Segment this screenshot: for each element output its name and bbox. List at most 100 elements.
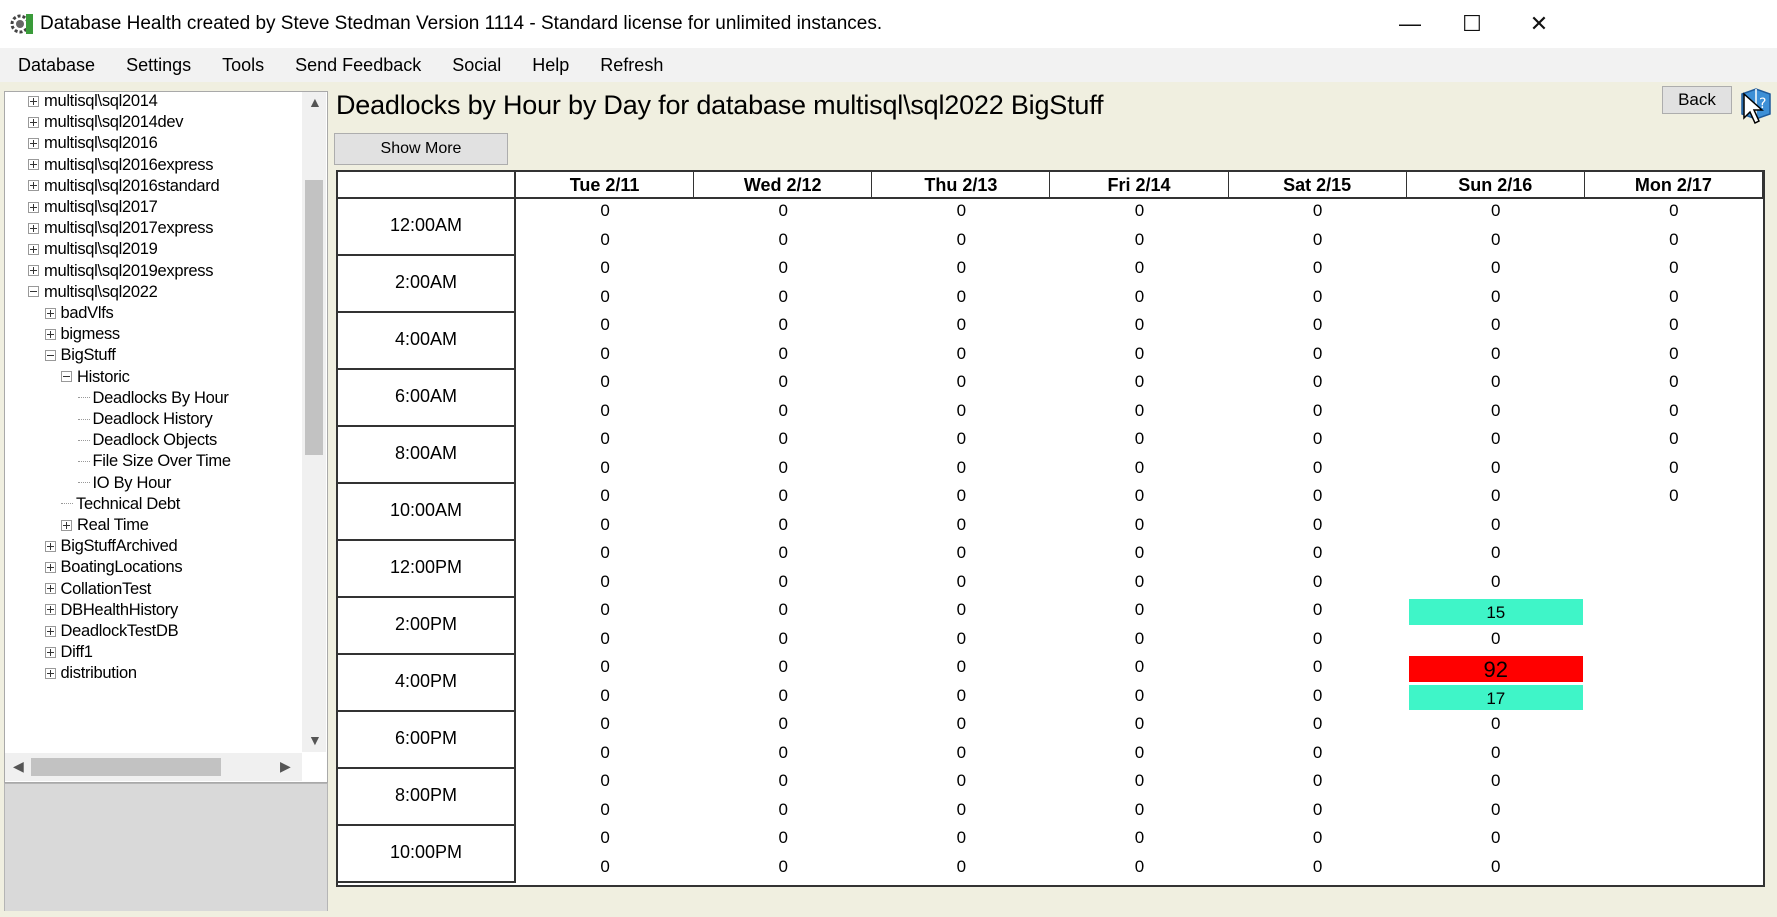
expand-icon[interactable] [28, 116, 39, 128]
day-column-header: Fri 2/14 [1050, 172, 1229, 199]
hour-row-label: 8:00PM [338, 769, 516, 826]
deadlock-count-cell: 0 [1669, 372, 1679, 391]
expand-icon[interactable] [28, 265, 39, 277]
expand-icon[interactable] [44, 561, 56, 573]
deadlock-count-cell: 0 [956, 372, 967, 391]
deadlock-count-cell: 0 [778, 799, 788, 819]
app-gear-icon [10, 14, 33, 34]
expand-icon[interactable] [28, 137, 39, 149]
deadlock-count-cell: 0 [600, 258, 610, 277]
expand-icon[interactable] [28, 201, 39, 213]
deadlock-count-cell: 0 [1669, 286, 1679, 306]
deadlock-count-cell: 0 [956, 229, 967, 249]
menu-social[interactable]: Social [434, 55, 514, 76]
deadlock-count-cell: 0 [778, 742, 788, 762]
expand-icon[interactable] [44, 667, 56, 679]
deadlock-count-cell: 0 [1312, 742, 1323, 762]
expand-icon[interactable] [44, 583, 56, 595]
tree-horizontal-scrollbar[interactable]: ◀ ▶ [5, 753, 302, 781]
tree-vertical-scroll-thumb[interactable] [305, 180, 323, 455]
deadlock-count-cell: 0 [1312, 657, 1323, 676]
deadlock-count-cell: 0 [1312, 828, 1323, 847]
collapse-icon[interactable] [61, 371, 72, 383]
expand-icon[interactable] [44, 307, 56, 319]
deadlock-count-cell: 0 [600, 400, 610, 420]
deadlock-count-cell: 0 [1312, 543, 1323, 562]
menu-help[interactable]: Help [514, 55, 582, 76]
hour-row-label: 12:00AM [338, 199, 516, 256]
deadlock-count-cell: 0 [1491, 400, 1501, 420]
deadlock-count-cell: 0 [1312, 486, 1323, 505]
tree-node-label: distribution [60, 664, 138, 683]
scroll-left-icon[interactable]: ◀ [13, 758, 24, 775]
collapse-icon[interactable] [44, 349, 56, 361]
hour-row-label: 12:00PM [338, 541, 516, 598]
close-button[interactable]: ✕ [1504, 0, 1574, 48]
scroll-down-icon[interactable]: ▼ [308, 732, 322, 748]
close-icon: ✕ [1529, 11, 1549, 36]
deadlock-count-cell: 0 [1134, 486, 1145, 505]
expand-icon[interactable] [61, 519, 72, 531]
expand-icon[interactable] [28, 222, 39, 234]
menu-refresh[interactable]: Refresh [582, 55, 676, 76]
day-column-header: Thu 2/13 [872, 172, 1051, 199]
deadlock-count-cell: 0 [1134, 685, 1145, 705]
scroll-up-icon[interactable]: ▲ [308, 94, 322, 110]
tree-node[interactable]: distribution [44, 661, 138, 685]
deadlock-count-cell: 0 [1312, 229, 1323, 249]
deadlock-count-cell: 0 [1491, 714, 1501, 733]
deadlock-count-cell: 0 [1491, 628, 1501, 648]
menu-send-feedback[interactable]: Send Feedback [277, 55, 434, 76]
menu-tools[interactable]: Tools [204, 55, 277, 76]
deadlock-count-cell: 0 [1134, 315, 1145, 334]
deadlock-count-cell: 0 [600, 714, 610, 733]
deadlock-count-cell: 0 [1134, 372, 1145, 391]
deadlock-count-cell: 0 [956, 343, 967, 363]
tree-horizontal-scroll-thumb[interactable] [31, 758, 221, 776]
scroll-right-icon[interactable]: ▶ [280, 758, 291, 775]
menu-settings[interactable]: Settings [108, 55, 204, 76]
expand-icon[interactable] [28, 180, 39, 192]
expand-icon[interactable] [44, 540, 56, 552]
deadlock-count-cell: 0 [956, 457, 967, 477]
minimize-button[interactable]: — [1375, 0, 1445, 48]
deadlock-grid: Tue 2/11 Wed 2/12 Thu 2/13 Fri 2/14 Sat 2/15… [336, 170, 1765, 887]
deadlock-count-cell: 0 [956, 429, 967, 448]
tree-vertical-scrollbar[interactable]: ▲ ▼ [302, 92, 326, 752]
deadlock-count-cell: 0 [778, 543, 788, 562]
deadlock-count-cell: 0 [600, 229, 610, 249]
hour-row-label: 10:00AM [338, 484, 516, 541]
deadlock-count-cell: 0 [778, 571, 788, 591]
show-more-button[interactable]: Show More [334, 133, 508, 165]
expand-icon[interactable] [28, 243, 39, 255]
expand-icon[interactable] [44, 625, 56, 637]
status-bar [0, 911, 1777, 917]
server-tree-panel: multisql\sql2014 multisql\sql2014dev multi… [4, 91, 328, 783]
expand-icon[interactable] [28, 95, 39, 107]
deadlock-count-cell: 0 [600, 685, 610, 705]
tree-leaf-connector [77, 482, 90, 484]
deadlock-count-cell: 0 [1134, 343, 1145, 363]
deadlock-count-cell: 0 [1312, 628, 1323, 648]
deadlock-count-cell: 0 [1491, 486, 1501, 505]
menu-database[interactable]: Database [0, 55, 108, 76]
deadlock-count-cell: 0 [956, 771, 967, 790]
expand-icon[interactable] [44, 604, 56, 616]
deadlock-count-cell: 92 [1408, 656, 1583, 682]
maximize-button[interactable]: ☐ [1437, 0, 1507, 48]
deadlock-count-cell: 0 [1134, 828, 1145, 847]
expand-icon[interactable] [44, 328, 56, 340]
tree-leaf-connector [77, 460, 90, 462]
deadlock-count-cell: 0 [1134, 400, 1145, 420]
expand-icon[interactable] [44, 646, 56, 658]
deadlock-count-cell: 0 [778, 201, 788, 220]
deadlock-count-cell: 0 [1669, 400, 1679, 420]
deadlock-count-cell: 0 [1134, 543, 1145, 562]
deadlock-count-cell: 17 [1408, 684, 1583, 710]
collapse-icon[interactable] [28, 286, 39, 298]
deadlock-count-cell: 0 [1134, 856, 1145, 876]
deadlock-count-cell: 0 [600, 315, 610, 334]
expand-icon[interactable] [28, 159, 39, 171]
deadlock-count-cell: 0 [1134, 714, 1145, 733]
back-button[interactable]: Back [1662, 86, 1732, 114]
